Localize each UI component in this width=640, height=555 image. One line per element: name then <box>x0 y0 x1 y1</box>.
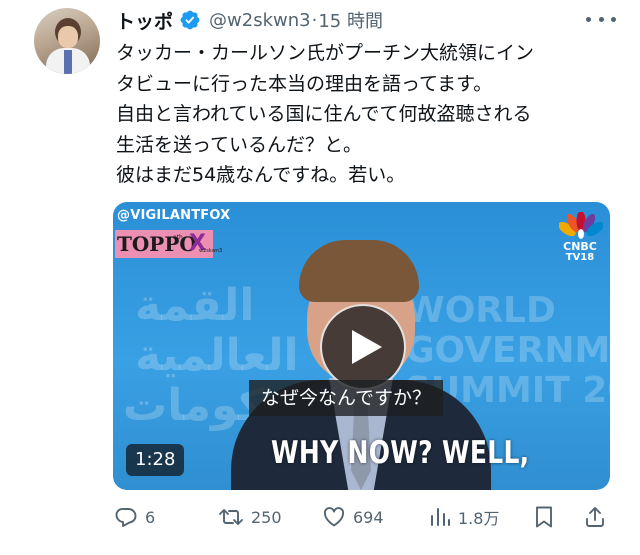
avatar-face <box>58 26 78 48</box>
reply-icon <box>115 508 137 527</box>
video-watermark: @VIGILANTFOX <box>117 208 231 223</box>
more-options-icon[interactable] <box>586 12 616 26</box>
cnbc-peacock-icon <box>559 212 603 239</box>
like-button[interactable]: 694 <box>322 500 384 534</box>
view-count: 1.8万 <box>458 509 500 528</box>
share-icon <box>586 507 604 527</box>
background-sign-english: GOVERNMENTS <box>405 330 610 371</box>
reply-count: 6 <box>145 507 156 527</box>
tweet-actions: 6 250 694 1.8万 <box>0 500 640 534</box>
tweet-header: トッポ @w2skwn3 · 15 時間 <box>116 7 383 34</box>
more-dot <box>598 16 604 22</box>
tweet-text-line: 生活を送っているんだ？と。 <box>116 133 363 156</box>
toppo-logo-small: eth <box>173 234 183 241</box>
more-dot <box>586 16 591 22</box>
more-dot <box>611 16 616 22</box>
background-sign-arabic: القمة <box>135 280 255 331</box>
bookmark-button[interactable] <box>533 500 555 534</box>
cnbc-logo-subtext: TV18 <box>565 252 595 263</box>
author-avatar[interactable] <box>34 8 100 74</box>
subtitle-english: WHY NOW? WELL, <box>271 434 530 471</box>
verified-badge-icon[interactable] <box>179 9 201 31</box>
tweet-text: タッカー・カールソン氏がプーチン大統領にイン タビューに行った本当の理由を語って… <box>116 38 626 191</box>
tweet-text-line: タビューに行った本当の理由を語ってます。 <box>116 72 493 95</box>
background-sign-english: WORLD <box>405 290 556 331</box>
author-name[interactable]: トッポ <box>116 7 173 34</box>
views-button[interactable]: 1.8万 <box>429 500 499 534</box>
tweet-time[interactable]: 15 時間 <box>318 7 383 33</box>
share-button[interactable] <box>583 500 607 534</box>
video-duration: 1:28 <box>126 444 185 476</box>
author-handle[interactable]: @w2skwn3 <box>209 10 311 31</box>
retweet-button[interactable]: 250 <box>218 500 282 534</box>
heart-icon <box>323 507 345 527</box>
tweet-text-line: 自由と言われている国に住んでて何故盗聴される <box>116 103 532 125</box>
tweet-text-line: 彼はまだ54歳なんですね。若い。 <box>116 164 406 186</box>
toppo-logo-text: TOPPO <box>117 232 197 256</box>
play-button[interactable] <box>320 304 406 390</box>
background-sign-arabic: العالمية <box>135 330 299 381</box>
tweet-text-line: タッカー・カールソン氏がプーチン大統領にイン <box>116 42 535 64</box>
avatar-strap <box>64 50 72 74</box>
toppo-logo: TOPPO eth X w2skwn3 <box>115 230 222 258</box>
subtitle-japanese: なぜ今なんですか？ <box>249 380 444 416</box>
retweet-icon <box>219 509 243 525</box>
bookmark-icon <box>536 506 552 528</box>
video-player[interactable]: القمة العالمية للحكومات WORLD GOVERNMENT… <box>113 202 610 490</box>
header-separator: · <box>311 9 318 31</box>
play-icon <box>352 330 382 364</box>
speaker-hair <box>299 240 419 302</box>
like-count: 694 <box>353 507 384 527</box>
views-icon <box>431 508 450 526</box>
retweet-count: 250 <box>251 507 282 527</box>
toppo-logo-small: w2skwn3 <box>199 248 223 254</box>
reply-button[interactable]: 6 <box>114 500 155 534</box>
